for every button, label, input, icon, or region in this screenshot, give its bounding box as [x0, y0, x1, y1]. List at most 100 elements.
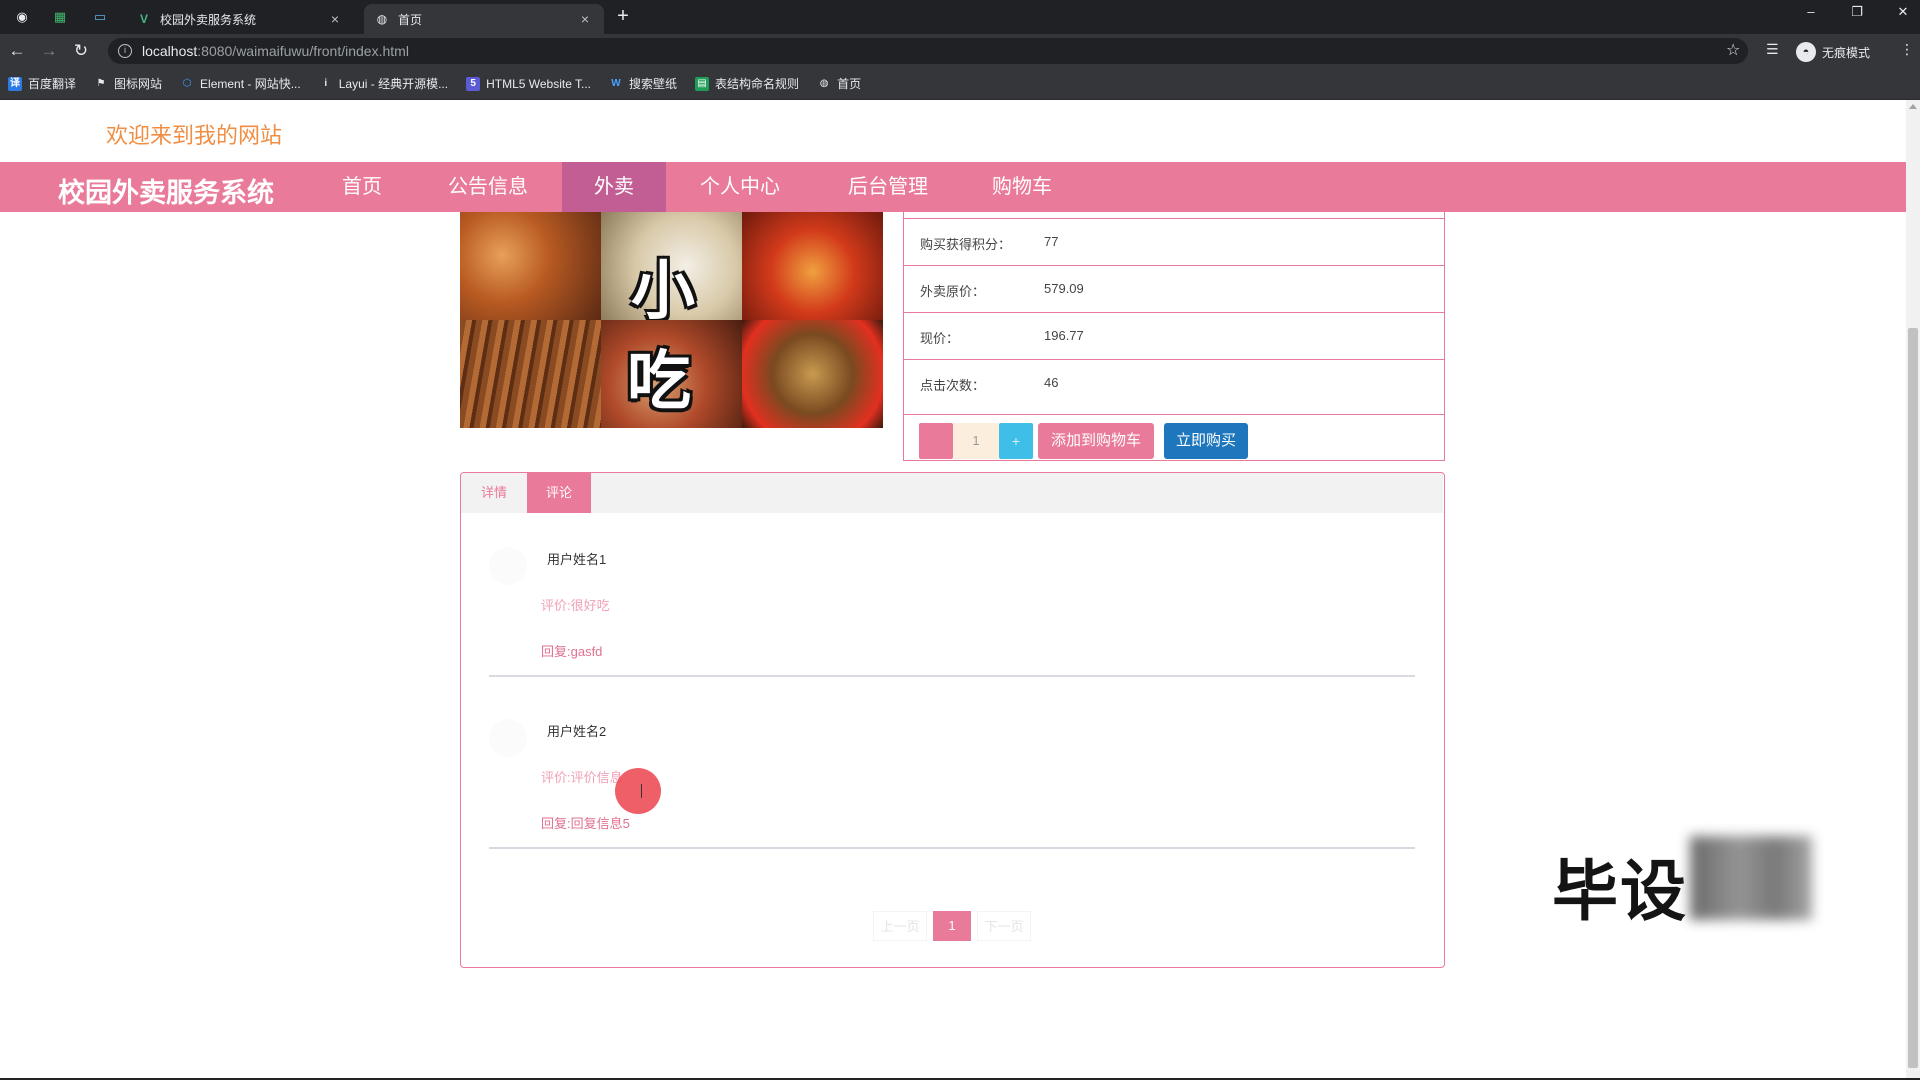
food-photo [460, 212, 601, 320]
forward-icon[interactable]: → [38, 40, 60, 62]
product-info-table: 购买获得积分： 77 外卖原价： 579.09 现价： 196.77 点击次数：… [903, 212, 1445, 461]
food-photo [460, 320, 601, 428]
nav-notices[interactable]: 公告信息 [436, 162, 540, 212]
nav-home[interactable]: 首页 [318, 162, 406, 212]
prev-page-button[interactable]: 上一页 [873, 911, 927, 941]
pagination: 上一页 1 下一页 [461, 911, 1443, 941]
reload-icon[interactable]: ↻ [70, 40, 92, 62]
sheet-icon: ▤ [695, 76, 710, 91]
quantity-plus-button[interactable]: + [999, 423, 1033, 459]
avatar [489, 547, 527, 585]
site-brand[interactable]: 校园外卖服务系统 [58, 171, 274, 210]
page-scrollbar[interactable] [1906, 100, 1920, 1078]
click-indicator [615, 768, 661, 814]
close-window-icon[interactable]: ✕ [1888, 4, 1918, 20]
tab-title: 首页 [398, 12, 423, 27]
url-path: :8080/waimaifuwu/front/index.html [197, 43, 409, 59]
main-nav: 校园外卖服务系统 首页 公告信息 外卖 个人中心 后台管理 购物车 [0, 162, 1906, 212]
quantity-minus-button[interactable] [919, 423, 953, 459]
bookmark-label: 百度翻译 [28, 77, 77, 91]
incognito-icon: ◓ [1796, 42, 1816, 62]
browser-tab-home[interactable]: ◍ 首页 × [364, 4, 604, 34]
comment-item: 用户姓名1 评价:很好吃 回复:gasfd [489, 513, 1415, 677]
globe-icon: ◍ [819, 77, 829, 89]
browser-tab-strip: ◉ ▦ ▭ V 校园外卖服务系统 × ◍ 首页 × + – ❐ ✕ [0, 0, 1920, 34]
restore-icon[interactable]: ❐ [1842, 4, 1872, 20]
close-tab-icon[interactable]: × [576, 11, 594, 27]
info-row-current-price: 现价： 196.77 [904, 312, 1444, 359]
comment-user: 用户姓名1 [547, 552, 607, 567]
food-photo: 吃 [601, 320, 742, 428]
element-logo-icon: ⬡ [182, 77, 192, 89]
comment-item: 用户姓名2 评价:评价信息 回复:回复信息5 [489, 685, 1415, 849]
food-photo [742, 212, 883, 320]
bookmark-label: 首页 [837, 77, 862, 91]
minimize-icon[interactable]: – [1796, 4, 1826, 19]
add-to-cart-button[interactable]: 添加到购物车 [1038, 423, 1154, 459]
pinned-tab-icon[interactable]: ▦ [50, 7, 70, 27]
tab-detail[interactable]: 详情 [461, 473, 527, 513]
bookmark-item[interactable]: 5 HTML5 Website T... [466, 76, 592, 91]
bookmarks-bar: 译百度翻译 ⚑ 图标网站 ⬡ Element - 网站快... i Layui - 经… [0, 68, 1920, 100]
bookmark-star-icon[interactable]: ☆ [1726, 40, 1740, 60]
bookmark-item[interactable]: ▤ 表结构命名规则 [695, 75, 799, 92]
info-label: 购买获得积分： [920, 237, 1012, 252]
nav-cart[interactable]: 购物车 [972, 162, 1072, 212]
info-label: 点击次数： [920, 378, 986, 393]
chrome-logo-icon[interactable]: ◉ [12, 7, 32, 27]
info-row-clicks: 点击次数： 46 [904, 359, 1444, 406]
image-caption-char: 小 [631, 255, 695, 320]
buy-now-button[interactable]: 立即购买 [1164, 423, 1248, 459]
bookmark-label: 搜索壁纸 [629, 77, 678, 91]
page-viewport: 欢迎来到我的网站 校园外卖服务系统 首页 公告信息 外卖 个人中心 后台管理 购… [0, 100, 1906, 1078]
scrollbar-thumb[interactable] [1908, 328, 1918, 1068]
welcome-text: 欢迎来到我的网站 [106, 123, 283, 148]
globe-icon: ◍ [376, 12, 388, 26]
info-value: 196.77 [1044, 328, 1084, 343]
bookmark-item[interactable]: 译百度翻译 [8, 75, 76, 92]
comment-user: 用户姓名2 [547, 724, 607, 739]
info-label: 外卖原价： [920, 284, 986, 299]
quantity-input[interactable]: 1 [953, 423, 999, 459]
translate-icon: 译 [8, 76, 22, 91]
reading-list-icon[interactable]: ☰ [1766, 41, 1779, 58]
panel-tabs: 详情 评论 [461, 473, 1443, 513]
image-caption-char: 吃 [627, 345, 691, 419]
bookmark-item[interactable]: ◍ 首页 [817, 75, 861, 92]
back-icon[interactable]: ← [6, 40, 28, 62]
bookmark-label: Element - 网站快... [200, 77, 301, 91]
incognito-badge[interactable]: ◓ 无痕模式 [1796, 42, 1870, 62]
bookmark-item[interactable]: W 搜索壁纸 [609, 75, 677, 92]
bookmark-label: Layui - 经典开源模... [338, 77, 449, 91]
new-tab-button[interactable]: + [612, 6, 634, 28]
bookmark-label: HTML5 Website T... [486, 76, 592, 91]
url-host: localhost [142, 43, 198, 59]
nav-admin[interactable]: 后台管理 [836, 162, 940, 212]
product-image: 小 吃 [460, 212, 883, 428]
flag-icon: ⚑ [96, 77, 106, 89]
address-bar[interactable]: i localhost:8080/waimaifuwu/front/index.… [108, 38, 1748, 64]
pinned-calendar-icon[interactable]: ▭ [90, 7, 110, 27]
bookmark-item[interactable]: i Layui - 经典开源模... [319, 75, 448, 92]
site-info-icon[interactable]: i [118, 44, 132, 58]
info-value: 579.09 [1044, 281, 1084, 296]
text-cursor [641, 784, 642, 798]
food-photo [742, 320, 883, 428]
nav-profile[interactable]: 个人中心 [688, 162, 792, 212]
watermark-text: 毕设 [1552, 853, 1688, 930]
info-label: 现价： [920, 331, 960, 346]
bookmark-item[interactable]: ⬡ Element - 网站快... [180, 75, 301, 92]
browser-tab-system[interactable]: V 校园外卖服务系统 × [126, 4, 354, 34]
next-page-button[interactable]: 下一页 [977, 911, 1031, 941]
tab-comments[interactable]: 评论 [527, 473, 591, 513]
comment-text: 评价:评价信息 [541, 770, 623, 785]
scroll-up-icon[interactable] [1909, 104, 1917, 109]
page-number-current[interactable]: 1 [933, 911, 971, 941]
wallpaper-icon: W [611, 77, 621, 89]
bookmark-label: 图标网站 [114, 77, 163, 91]
bookmark-item[interactable]: ⚑ 图标网站 [94, 75, 163, 92]
incognito-label: 无痕模式 [1822, 45, 1871, 60]
close-tab-icon[interactable]: × [326, 11, 344, 27]
nav-takeout[interactable]: 外卖 [562, 162, 666, 212]
browser-menu-icon[interactable]: ⋮ [1900, 41, 1914, 58]
